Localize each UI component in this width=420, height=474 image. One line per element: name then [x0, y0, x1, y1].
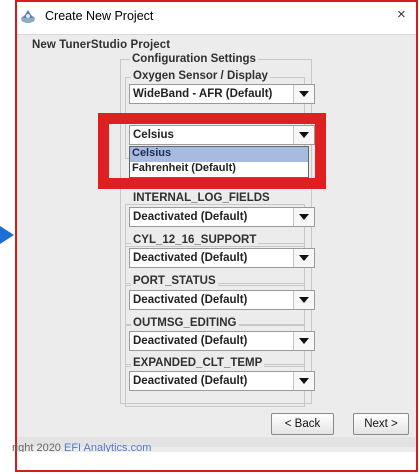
chevron-down-icon[interactable] [293, 372, 314, 390]
cyl-12-16-support-value: Deactivated (Default) [133, 252, 248, 264]
chevron-down-icon[interactable] [293, 249, 314, 267]
chevron-down-icon[interactable] [293, 291, 314, 309]
close-icon[interactable]: × [397, 6, 406, 23]
outmsg-editing-value: Deactivated (Default) [133, 335, 248, 347]
window-title: Create New Project [45, 9, 154, 23]
chevron-down-icon[interactable] [293, 208, 314, 226]
cyl-12-16-support-label: CYL_12_16_SUPPORT [131, 234, 259, 246]
pointer-arrow-icon [0, 226, 14, 244]
next-button[interactable]: Next > [353, 413, 409, 435]
port-status-label: PORT_STATUS [131, 275, 218, 287]
internal-log-fields-label: INTERNAL_LOG_FIELDS [131, 192, 272, 204]
chevron-down-icon[interactable] [293, 332, 314, 350]
back-button[interactable]: < Back [271, 413, 334, 435]
port-status-value: Deactivated (Default) [133, 294, 248, 306]
outmsg-editing-select[interactable]: Deactivated (Default) [129, 331, 315, 351]
configuration-settings-legend: Configuration Settings [130, 53, 258, 65]
oxygen-sensor-label: Oxygen Sensor / Display [131, 70, 270, 82]
expanded-clt-temp-select[interactable]: Deactivated (Default) [129, 371, 315, 391]
tunerstudio-app-icon [21, 10, 35, 23]
expanded-clt-temp-value: Deactivated (Default) [133, 375, 248, 387]
oxygen-sensor-value: WideBand - AFR (Default) [133, 88, 273, 100]
bottom-bar [17, 452, 416, 470]
internal-log-fields-value: Deactivated (Default) [133, 211, 248, 223]
panel-heading: New TunerStudio Project [32, 39, 171, 51]
expanded-clt-temp-label: EXPANDED_CLT_TEMP [131, 357, 265, 369]
internal-log-fields-select[interactable]: Deactivated (Default) [129, 207, 315, 227]
chevron-down-icon[interactable] [293, 85, 314, 103]
oxygen-sensor-select[interactable]: WideBand - AFR (Default) [129, 84, 315, 104]
outmsg-editing-label: OUTMSG_EDITING [131, 317, 239, 329]
port-status-select[interactable]: Deactivated (Default) [129, 290, 315, 310]
annotation-highlight-box [98, 113, 326, 189]
cyl-12-16-support-select[interactable]: Deactivated (Default) [129, 248, 315, 268]
